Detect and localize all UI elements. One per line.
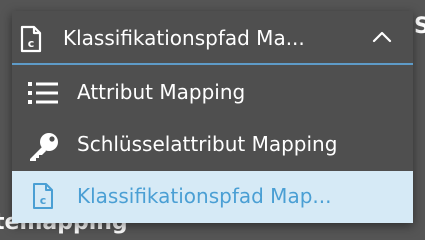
menu-item-schluesselattribut-mapping[interactable]: Schlüsselattribut Mapping — [12, 119, 413, 171]
dropdown-header[interactable]: c Klassifikationspfad Ma... — [12, 11, 413, 65]
mapping-type-dropdown[interactable]: c Klassifikationspfad Ma... Attribut Map… — [12, 11, 413, 223]
menu-item-label: Schlüsselattribut Mapping — [77, 132, 338, 156]
document-c-icon: c — [18, 25, 44, 57]
svg-text:c: c — [40, 194, 47, 207]
menu-item-klassifikationspfad-mapping[interactable]: c Klassifikationspfad Map... — [12, 171, 413, 223]
menu-item-attribut-mapping[interactable]: Attribut Mapping — [12, 67, 413, 119]
chevron-up-icon[interactable] — [371, 28, 393, 50]
svg-text:c: c — [28, 37, 35, 50]
menu-item-label: Klassifikationspfad Map... — [77, 184, 332, 208]
dropdown-selected-label: Klassifikationspfad Ma... — [63, 26, 305, 50]
list-icon — [27, 80, 59, 110]
document-c-icon: c — [30, 182, 56, 214]
menu-item-label: Attribut Mapping — [77, 80, 246, 104]
key-icon — [27, 132, 61, 166]
background-edge-text: S — [414, 14, 425, 39]
